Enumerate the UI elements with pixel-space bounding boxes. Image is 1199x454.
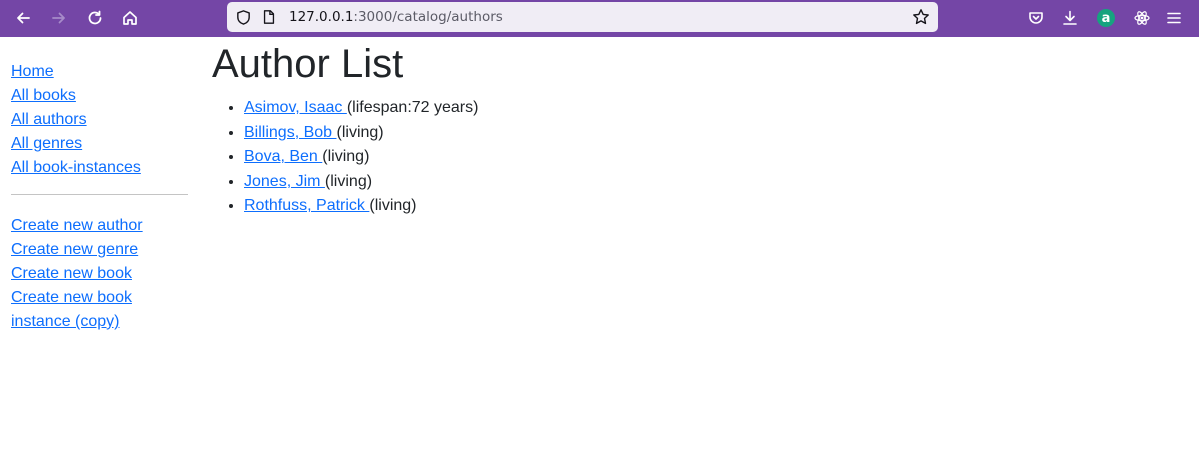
page-title: Author List — [212, 42, 404, 86]
extension-a-icon[interactable]: a — [1094, 6, 1118, 30]
url-host: 127.0.0.1 — [289, 9, 354, 25]
arrow-right-icon — [52, 12, 65, 24]
author-link[interactable]: Rothfuss, Patrick — [244, 197, 369, 214]
main-content: Author List Asimov, Isaac (lifespan:72 y… — [212, 38, 478, 219]
create-genre-link[interactable]: Create new genre — [11, 241, 138, 258]
author-link[interactable]: Bova, Ben — [244, 148, 322, 165]
url-text[interactable]: 127.0.0.1:3000/catalog/authors — [289, 9, 503, 25]
list-item: Asimov, Isaac (lifespan:72 years) — [244, 96, 478, 121]
author-info: (living) — [336, 123, 384, 141]
sidebar-divider — [11, 194, 188, 195]
forward-button[interactable] — [46, 5, 72, 31]
create-book-link[interactable]: Create new book — [11, 265, 132, 282]
arrow-left-icon — [17, 12, 30, 24]
browser-toolbar: 127.0.0.1:3000/catalog/authors a — [0, 0, 1199, 37]
author-list: Asimov, Isaac (lifespan:72 years) Billin… — [212, 96, 478, 219]
author-info: (living) — [324, 172, 373, 190]
sidebar-item-all-genres: All genres — [11, 132, 188, 156]
author-info: (living) — [322, 148, 370, 166]
sidebar-item-create-book-instance: Create new book instance (copy) — [11, 286, 141, 334]
sidebar-item-home: Home — [11, 60, 188, 84]
url-path: :3000/catalog/authors — [353, 9, 503, 25]
author-info: (lifespan:72 years) — [346, 99, 479, 116]
list-item: Jones, Jim (living) — [244, 170, 478, 195]
home-button[interactable] — [117, 5, 143, 31]
menu-icon[interactable] — [1162, 6, 1186, 30]
all-books-link[interactable]: All books — [11, 87, 76, 104]
author-link[interactable]: Asimov, Isaac — [244, 99, 347, 116]
shield-icon[interactable] — [234, 8, 252, 26]
create-author-link[interactable]: Create new author — [11, 217, 143, 234]
all-genres-link[interactable]: All genres — [11, 135, 82, 152]
home-link[interactable]: Home — [11, 63, 54, 80]
author-info: (living) — [369, 197, 417, 215]
list-item: Bova, Ben (living) — [244, 145, 478, 170]
download-icon[interactable] — [1058, 6, 1082, 30]
sidebar-create-list: Create new author Create new genre Creat… — [11, 214, 188, 334]
reload-icon — [88, 10, 102, 25]
url-bar[interactable]: 127.0.0.1:3000/catalog/authors — [227, 2, 938, 32]
back-button[interactable] — [10, 5, 36, 31]
reload-button[interactable] — [82, 5, 108, 31]
sidebar-item-all-authors: All authors — [11, 108, 188, 132]
list-item: Billings, Bob (living) — [244, 121, 478, 146]
all-authors-link[interactable]: All authors — [11, 111, 87, 128]
sidebar: Home All books All authors All genres Al… — [11, 60, 188, 334]
create-book-instance-link[interactable]: Create new book instance (copy) — [11, 289, 132, 330]
sidebar-nav-list: Home All books All authors All genres Al… — [11, 60, 188, 180]
sidebar-item-create-book: Create new book — [11, 262, 188, 286]
star-icon[interactable] — [912, 8, 930, 26]
home-icon — [123, 11, 137, 25]
author-link[interactable]: Billings, Bob — [244, 124, 337, 141]
sidebar-item-all-book-instances: All book-instances — [11, 156, 188, 180]
pocket-icon[interactable] — [1024, 6, 1048, 30]
sidebar-item-all-books: All books — [11, 84, 188, 108]
all-book-instances-link[interactable]: All book-instances — [11, 159, 141, 176]
list-item: Rothfuss, Patrick (living) — [244, 194, 478, 219]
author-link[interactable]: Jones, Jim — [244, 173, 325, 190]
react-devtools-icon[interactable] — [1130, 6, 1154, 30]
sidebar-item-create-author: Create new author — [11, 214, 188, 238]
page-icon[interactable] — [260, 8, 278, 26]
sidebar-item-create-genre: Create new genre — [11, 238, 188, 262]
